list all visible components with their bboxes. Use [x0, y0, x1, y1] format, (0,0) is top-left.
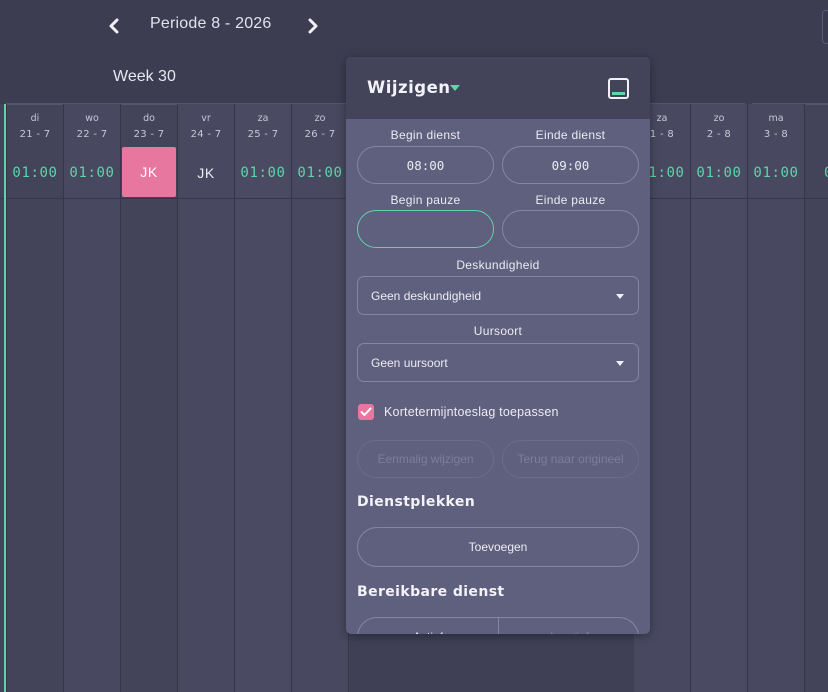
- day-name: vr: [201, 113, 211, 124]
- shift-cell[interactable]: 01:00: [7, 147, 63, 198]
- uursoort-select[interactable]: Geen uursoort: [357, 343, 639, 382]
- day-column: vr 24 - 7 JK: [177, 104, 234, 692]
- bereikbare-dienst-title: Bereikbare dienst: [357, 584, 505, 600]
- shift-cell[interactable]: JK: [178, 147, 234, 198]
- week-label: Week 30: [113, 68, 176, 85]
- popup-header: Wijzigen: [346, 57, 650, 119]
- day-date: 21 - 7: [19, 129, 51, 140]
- day-column: zo 26 - 7 01:00: [291, 104, 348, 692]
- shift-cell[interactable]: 01:00: [292, 147, 348, 198]
- day-name: ma: [768, 113, 784, 124]
- day-column: do 23 - 7 JK: [120, 104, 177, 692]
- day-name: do: [143, 113, 155, 124]
- day-column: wo 22 - 7 01:00: [63, 104, 120, 692]
- toevoegen-button[interactable]: Toevoegen: [357, 527, 639, 567]
- terug-naar-origineel-button[interactable]: Terug naar origineel: [502, 440, 639, 478]
- uursoort-value: Geen uursoort: [371, 356, 448, 370]
- toggle-actief[interactable]: Actief: [358, 618, 499, 634]
- next-period-button[interactable]: [301, 14, 325, 38]
- day-header: di 21 - 7: [7, 104, 63, 146]
- day-date: 22 - 7: [76, 129, 108, 140]
- day-date: 23 - 7: [133, 129, 165, 140]
- chevron-left-icon: [109, 18, 119, 34]
- begin-dienst-label: Begin dienst: [390, 128, 461, 142]
- einde-pauze-label: Einde pauze: [535, 193, 606, 207]
- toolbar-button-edge[interactable]: [822, 10, 828, 44]
- uursoort-label: Uursoort: [473, 324, 523, 338]
- einde-pauze-input[interactable]: [502, 210, 639, 248]
- day-column: di 21 - 7 01:00: [6, 104, 63, 692]
- day-date: 3 - 8: [763, 129, 789, 140]
- period-title: Periode 8 - 2026: [150, 15, 272, 32]
- day-column: ma 3 - 8 01:00: [747, 104, 804, 692]
- shift-cell[interactable]: 01:00: [235, 147, 291, 198]
- chevron-right-icon: [308, 18, 318, 34]
- day-date: 2 - 8: [706, 129, 732, 140]
- popup-title[interactable]: Wijzigen: [367, 78, 451, 97]
- day-header: ma 3 - 8: [748, 104, 804, 146]
- caret-down-icon: [616, 294, 624, 299]
- check-icon: [360, 407, 372, 416]
- day-date: 25 - 7: [247, 129, 279, 140]
- day-header: vr 24 - 7: [178, 104, 234, 146]
- panel-icon[interactable]: [608, 78, 629, 99]
- begin-pauze-label: Begin pauze: [390, 193, 461, 207]
- day-header: zo 2 - 8: [691, 104, 747, 146]
- shift-cell[interactable]: 01: [805, 147, 828, 198]
- dienstplekken-title: Dienstplekken: [357, 494, 476, 510]
- shift-cell[interactable]: 01:00: [748, 147, 804, 198]
- caret-down-icon: [616, 361, 624, 366]
- toeslag-label[interactable]: Kortetermijntoeslag toepassen: [384, 405, 559, 419]
- bereikbare-dienst-toggle: Actief Inactief: [357, 617, 639, 634]
- toeslag-checkbox[interactable]: [358, 404, 374, 420]
- day-name: za: [257, 113, 269, 124]
- day-name: wo: [85, 113, 99, 124]
- day-header: do 23 - 7: [121, 104, 177, 146]
- day-name: di: [30, 113, 40, 124]
- day-date: 26 - 7: [304, 129, 336, 140]
- shift-cell[interactable]: JK: [122, 147, 176, 197]
- today-indicator: [4, 104, 6, 692]
- shift-cell[interactable]: 01:00: [64, 147, 120, 198]
- day-date: 24 - 7: [190, 129, 222, 140]
- previous-period-button[interactable]: [102, 14, 126, 38]
- day-name: zo: [314, 113, 326, 124]
- day-header: za 25 - 7: [235, 104, 291, 146]
- day-header: wo 22 - 7: [64, 104, 120, 146]
- edit-shift-popup: Wijzigen Begin dienst Einde dienst 08:00…: [346, 57, 650, 634]
- einde-dienst-input[interactable]: 09:00: [502, 146, 639, 184]
- day-column: 4 01: [804, 104, 828, 692]
- begin-dienst-input[interactable]: 08:00: [357, 146, 494, 184]
- day-header: 4: [805, 104, 828, 146]
- day-name: 4: [805, 113, 828, 124]
- deskundigheid-select[interactable]: Geen deskundigheid: [357, 276, 639, 315]
- deskundigheid-value: Geen deskundigheid: [371, 289, 482, 303]
- day-column: zo 2 - 8 01:00: [690, 104, 747, 692]
- day-name: zo: [713, 113, 725, 124]
- deskundigheid-label: Deskundigheid: [456, 258, 540, 272]
- shift-cell[interactable]: 01:00: [691, 147, 747, 198]
- einde-dienst-label: Einde dienst: [535, 128, 606, 142]
- eenmalig-wijzigen-button[interactable]: Eenmalig wijzigen: [357, 440, 494, 478]
- toggle-inactief[interactable]: Inactief: [499, 618, 638, 634]
- begin-pauze-input[interactable]: [357, 210, 494, 248]
- day-header: zo 26 - 7: [292, 104, 348, 146]
- day-column: za 25 - 7 01:00: [234, 104, 291, 692]
- caret-down-icon[interactable]: [450, 85, 460, 91]
